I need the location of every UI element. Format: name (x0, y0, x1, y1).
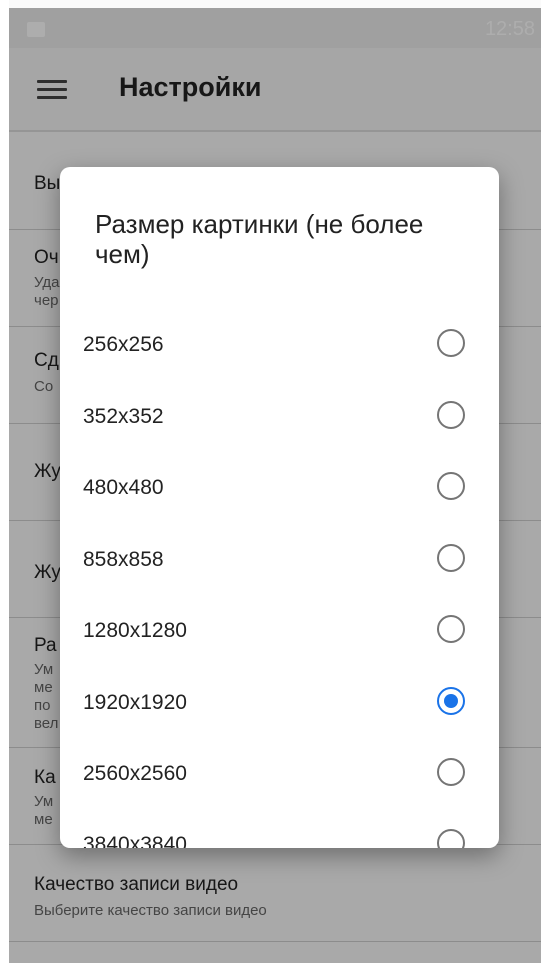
screen: 12:58 Настройки Вы Оч Уда чер Сд Со Жу Ж… (0, 0, 541, 963)
option-label: 256x256 (83, 333, 164, 356)
radio-button[interactable] (437, 472, 465, 500)
radio-button[interactable] (437, 401, 465, 429)
option-label: 352x352 (83, 405, 164, 428)
radio-button[interactable] (437, 758, 465, 786)
option-label: 858x858 (83, 548, 164, 571)
option-1280[interactable]: 1280x1280 (60, 601, 499, 661)
option-858[interactable]: 858x858 (60, 530, 499, 590)
option-256[interactable]: 256x256 (60, 315, 499, 375)
option-3840[interactable]: 3840x3840 (60, 815, 499, 848)
option-label: 2560x2560 (83, 762, 187, 785)
radio-button[interactable] (437, 329, 465, 357)
radio-button[interactable] (437, 829, 465, 848)
radio-button[interactable] (437, 544, 465, 572)
option-label: 480x480 (83, 476, 164, 499)
option-352[interactable]: 352x352 (60, 387, 499, 447)
radio-button-checked[interactable] (437, 687, 465, 715)
option-2560[interactable]: 2560x2560 (60, 744, 499, 804)
screen-edge (0, 0, 9, 963)
option-label: 1280x1280 (83, 619, 187, 642)
option-480[interactable]: 480x480 (60, 458, 499, 518)
image-size-dialog: Размер картинки (не более чем) 256x256 3… (60, 167, 499, 848)
option-label: 3840x3840 (83, 833, 187, 848)
option-label: 1920x1920 (83, 691, 187, 714)
option-1920[interactable]: 1920x1920 (60, 673, 499, 733)
dialog-title: Размер картинки (не более чем) (95, 209, 424, 269)
radio-button[interactable] (437, 615, 465, 643)
